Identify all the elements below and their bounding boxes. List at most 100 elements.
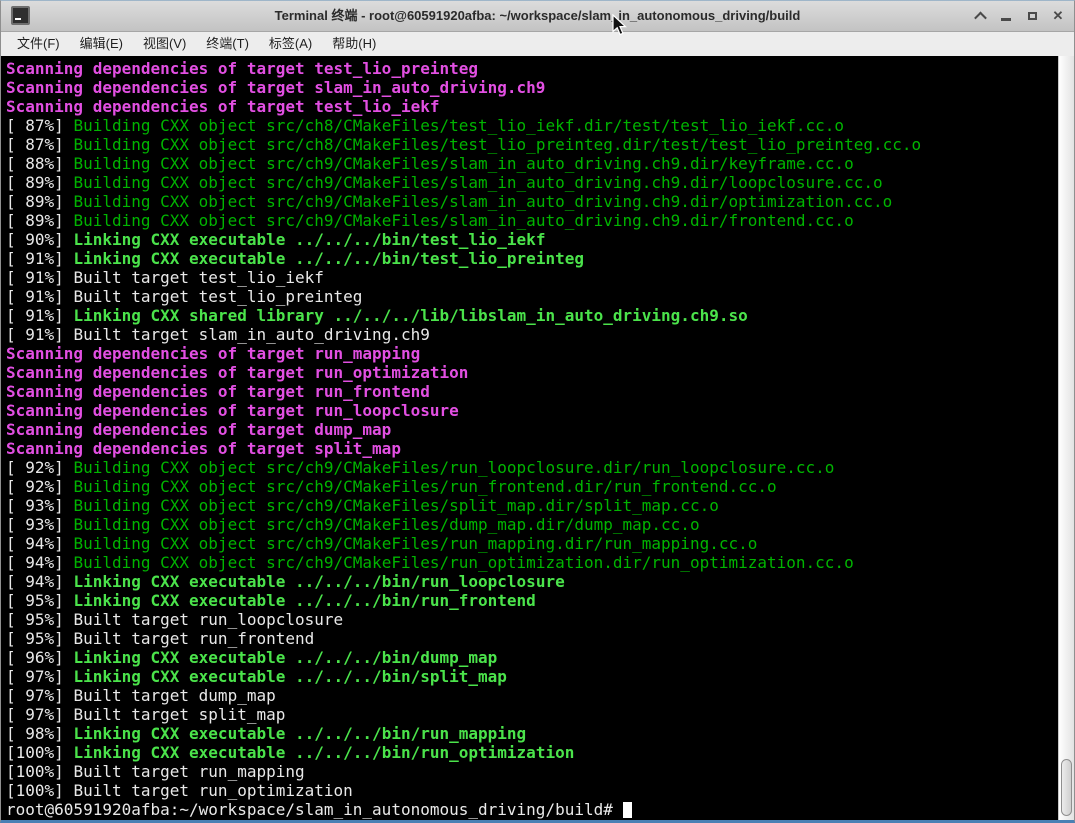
line-text: Linking CXX executable ../../../bin/run_… bbox=[73, 743, 574, 762]
terminal-line: [ 94%] Linking CXX executable ../../../b… bbox=[6, 572, 1058, 591]
shade-button[interactable] bbox=[972, 8, 988, 24]
maximize-button[interactable] bbox=[1024, 8, 1040, 24]
line-text: Scanning dependencies of target run_opti… bbox=[6, 363, 468, 382]
terminal-line: Scanning dependencies of target run_fron… bbox=[6, 382, 1058, 401]
line-progress-prefix: [ 98%] bbox=[6, 724, 73, 743]
terminal-line: [ 96%] Linking CXX executable ../../../b… bbox=[6, 648, 1058, 667]
line-progress-prefix: [ 92%] bbox=[6, 458, 73, 477]
line-text: Scanning dependencies of target slam_in_… bbox=[6, 78, 545, 97]
scrollbar-thumb[interactable] bbox=[1061, 759, 1072, 816]
line-text: Built target split_map bbox=[73, 705, 285, 724]
line-text: Built target run_frontend bbox=[73, 629, 314, 648]
terminal-line: [ 89%] Building CXX object src/ch9/CMake… bbox=[6, 173, 1058, 192]
line-text: Linking CXX executable ../../../bin/dump… bbox=[73, 648, 497, 667]
close-icon: ✕ bbox=[1053, 8, 1064, 24]
line-progress-prefix: [ 91%] bbox=[6, 306, 73, 325]
line-text: Building CXX object src/ch9/CMakeFiles/s… bbox=[73, 154, 853, 173]
line-progress-prefix: [ 97%] bbox=[6, 686, 73, 705]
terminal-line: [100%] Built target run_mapping bbox=[6, 762, 1058, 781]
terminal-line: [ 89%] Building CXX object src/ch9/CMake… bbox=[6, 192, 1058, 211]
terminal-line: [ 91%] Linking CXX shared library ../../… bbox=[6, 306, 1058, 325]
terminal-line: root@60591920afba:~/workspace/slam_in_au… bbox=[6, 800, 1058, 819]
line-text: Scanning dependencies of target test_lio… bbox=[6, 97, 439, 116]
line-progress-prefix: [ 94%] bbox=[6, 553, 73, 572]
terminal-line: [ 94%] Building CXX object src/ch9/CMake… bbox=[6, 553, 1058, 572]
terminal-line: [ 98%] Linking CXX executable ../../../b… bbox=[6, 724, 1058, 743]
terminal-line: [ 93%] Building CXX object src/ch9/CMake… bbox=[6, 496, 1058, 515]
terminal-line: [ 92%] Building CXX object src/ch9/CMake… bbox=[6, 477, 1058, 496]
line-progress-prefix: [ 96%] bbox=[6, 648, 73, 667]
terminal-line: [ 90%] Linking CXX executable ../../../b… bbox=[6, 230, 1058, 249]
line-text: Scanning dependencies of target run_fron… bbox=[6, 382, 430, 401]
line-progress-prefix: [ 91%] bbox=[6, 249, 73, 268]
line-text: Building CXX object src/ch9/CMakeFiles/r… bbox=[73, 458, 834, 477]
menu-item-edit[interactable]: 编辑(E) bbox=[70, 32, 133, 56]
line-progress-prefix: [ 87%] bbox=[6, 135, 73, 154]
line-text: Building CXX object src/ch9/CMakeFiles/d… bbox=[73, 515, 699, 534]
line-text: Built target test_lio_iekf bbox=[73, 268, 323, 287]
terminal-screen[interactable]: Scanning dependencies of target test_lio… bbox=[1, 56, 1058, 821]
minimize-button[interactable] bbox=[998, 8, 1014, 24]
line-progress-prefix: [ 90%] bbox=[6, 230, 73, 249]
menu-item-terminal[interactable]: 终端(T) bbox=[196, 32, 259, 56]
terminal-line: [ 91%] Built target test_lio_iekf bbox=[6, 268, 1058, 287]
terminal-line: [ 95%] Built target run_frontend bbox=[6, 629, 1058, 648]
close-button[interactable]: ✕ bbox=[1050, 8, 1066, 24]
menubar: 文件(F)编辑(E)视图(V)终端(T)标签(A)帮助(H) bbox=[1, 32, 1074, 56]
terminal-area: Scanning dependencies of target test_lio… bbox=[1, 56, 1074, 821]
line-progress-prefix: [ 91%] bbox=[6, 287, 73, 306]
scrollbar-track[interactable] bbox=[1058, 56, 1074, 821]
terminal-line: [ 97%] Built target split_map bbox=[6, 705, 1058, 724]
line-progress-prefix: [ 92%] bbox=[6, 477, 73, 496]
line-text: Scanning dependencies of target split_ma… bbox=[6, 439, 401, 458]
line-text: Scanning dependencies of target run_mapp… bbox=[6, 344, 420, 363]
terminal-line: [ 94%] Building CXX object src/ch9/CMake… bbox=[6, 534, 1058, 553]
line-progress-prefix: [ 91%] bbox=[6, 325, 73, 344]
line-text: Building CXX object src/ch9/CMakeFiles/r… bbox=[73, 477, 776, 496]
terminal-line: [ 91%] Built target slam_in_auto_driving… bbox=[6, 325, 1058, 344]
line-progress-prefix: [100%] bbox=[6, 762, 73, 781]
line-progress-prefix: [ 89%] bbox=[6, 211, 73, 230]
line-text: Building CXX object src/ch9/CMakeFiles/s… bbox=[73, 211, 853, 230]
terminal-line: [ 93%] Building CXX object src/ch9/CMake… bbox=[6, 515, 1058, 534]
line-text: Built target test_lio_preinteg bbox=[73, 287, 362, 306]
menu-item-view[interactable]: 视图(V) bbox=[133, 32, 196, 56]
line-progress-prefix: [100%] bbox=[6, 743, 73, 762]
line-text: Built target run_optimization bbox=[73, 781, 352, 800]
terminal-line: [ 87%] Building CXX object src/ch8/CMake… bbox=[6, 116, 1058, 135]
menu-item-help[interactable]: 帮助(H) bbox=[322, 32, 386, 56]
line-text: Building CXX object src/ch9/CMakeFiles/r… bbox=[73, 534, 757, 553]
terminal-block-cursor bbox=[623, 802, 632, 818]
maximize-icon bbox=[1028, 12, 1037, 20]
menu-item-tabs[interactable]: 标签(A) bbox=[259, 32, 322, 56]
line-text: Linking CXX executable ../../../bin/run_… bbox=[73, 572, 564, 591]
terminal-line: [ 91%] Built target test_lio_preinteg bbox=[6, 287, 1058, 306]
chevron-up-icon bbox=[974, 11, 987, 24]
terminal-line: [ 97%] Built target dump_map bbox=[6, 686, 1058, 705]
terminal-line: [ 95%] Linking CXX executable ../../../b… bbox=[6, 591, 1058, 610]
terminal-line: [ 89%] Building CXX object src/ch9/CMake… bbox=[6, 211, 1058, 230]
line-text: Scanning dependencies of target dump_map bbox=[6, 420, 391, 439]
line-text: Building CXX object src/ch8/CMakeFiles/t… bbox=[73, 116, 844, 135]
line-text: Linking CXX executable ../../../bin/spli… bbox=[73, 667, 506, 686]
line-progress-prefix: [ 94%] bbox=[6, 534, 73, 553]
line-text: Built target slam_in_auto_driving.ch9 bbox=[73, 325, 429, 344]
line-text: Linking CXX executable ../../../bin/run_… bbox=[73, 724, 526, 743]
line-progress-prefix: [ 89%] bbox=[6, 192, 73, 211]
terminal-line: [ 87%] Building CXX object src/ch8/CMake… bbox=[6, 135, 1058, 154]
terminal-line: Scanning dependencies of target test_lio… bbox=[6, 97, 1058, 116]
line-progress-prefix: [ 88%] bbox=[6, 154, 73, 173]
line-text: Building CXX object src/ch8/CMakeFiles/t… bbox=[73, 135, 921, 154]
line-progress-prefix: [ 89%] bbox=[6, 173, 73, 192]
terminal-line: [ 97%] Linking CXX executable ../../../b… bbox=[6, 667, 1058, 686]
terminal-window: Terminal 终端 - root@60591920afba: ~/works… bbox=[0, 0, 1075, 823]
line-progress-prefix: [ 95%] bbox=[6, 629, 73, 648]
line-progress-prefix: [100%] bbox=[6, 781, 73, 800]
menu-item-file[interactable]: 文件(F) bbox=[7, 32, 70, 56]
terminal-line: Scanning dependencies of target test_lio… bbox=[6, 59, 1058, 78]
terminal-line: [100%] Built target run_optimization bbox=[6, 781, 1058, 800]
line-text: Building CXX object src/ch9/CMakeFiles/s… bbox=[73, 192, 892, 211]
line-text: Built target run_mapping bbox=[73, 762, 304, 781]
titlebar[interactable]: Terminal 终端 - root@60591920afba: ~/works… bbox=[1, 1, 1074, 32]
line-text: Linking CXX executable ../../../bin/test… bbox=[73, 249, 584, 268]
